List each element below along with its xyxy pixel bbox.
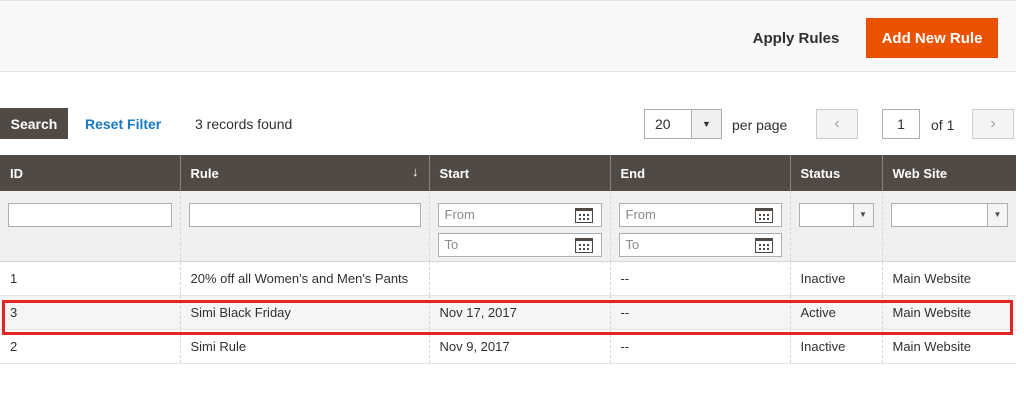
column-header-rule-label: Rule [190, 165, 219, 181]
per-page-label: per page [732, 117, 788, 133]
per-page-select[interactable]: 20 ▼ [644, 109, 722, 139]
page-count-text: of 1 [931, 117, 955, 133]
end-from-input[interactable]: From [618, 203, 782, 227]
column-header-rule[interactable]: Rule ↓ [179, 155, 429, 191]
end-from-placeholder: From [625, 207, 656, 222]
filter-cell-id [0, 191, 180, 262]
page-number-input[interactable]: 1 [882, 109, 920, 139]
column-header-status[interactable]: Status [789, 155, 882, 191]
cell-id: 3 [0, 295, 180, 330]
table-row[interactable]: 2 Simi Rule Nov 9, 2017 -- Inactive Main… [0, 329, 1016, 364]
column-header-website[interactable]: Web Site [881, 155, 1016, 191]
column-header-id[interactable]: ID [0, 155, 180, 191]
end-to-placeholder: To [625, 237, 640, 252]
chevron-down-icon[interactable]: ▼ [691, 110, 721, 138]
next-page-button[interactable]: › [972, 109, 1014, 139]
cell-status: Active [789, 295, 882, 330]
filter-cell-website: ▼ [881, 191, 1016, 262]
start-to-placeholder: To [444, 237, 459, 252]
filter-cell-rule [179, 191, 429, 262]
chevron-right-icon: › [990, 115, 996, 132]
cell-rule: Simi Black Friday [179, 295, 429, 330]
page-actions-bar: Apply Rules Add New Rule [0, 0, 1016, 72]
search-button[interactable]: Search [0, 108, 68, 139]
start-from-input[interactable]: From [437, 203, 602, 227]
start-to-input[interactable]: To [437, 233, 602, 257]
calendar-icon[interactable] [754, 208, 773, 223]
cell-end: -- [609, 261, 790, 296]
start-from-placeholder: From [444, 207, 475, 222]
reset-filter-link[interactable]: Reset Filter [85, 116, 161, 132]
calendar-icon[interactable] [754, 238, 773, 253]
chevron-down-icon: ▼ [987, 204, 1007, 226]
chevron-left-icon: ‹ [834, 115, 840, 132]
cell-status: Inactive [789, 261, 882, 296]
cell-end: -- [609, 329, 790, 364]
chevron-down-icon: ▼ [852, 204, 873, 226]
cell-website: Main Website [881, 329, 1016, 364]
filter-row: From To From To ▼ ▼ [0, 191, 1016, 262]
grid-header-row: ID Rule ↓ Start End Status Web Site [0, 155, 1016, 191]
cell-status: Inactive [789, 329, 882, 364]
add-new-rule-button[interactable]: Add New Rule [866, 18, 998, 58]
filter-cell-start: From To [428, 191, 610, 262]
cell-website: Main Website [881, 295, 1016, 330]
table-row[interactable]: 3 Simi Black Friday Nov 17, 2017 -- Acti… [0, 295, 1016, 330]
sort-arrow-down-icon: ↓ [412, 164, 419, 179]
cell-id: 2 [0, 329, 180, 364]
end-to-input[interactable]: To [618, 233, 782, 257]
cell-end: -- [609, 295, 790, 330]
filter-cell-status: ▼ [789, 191, 882, 262]
cell-website: Main Website [881, 261, 1016, 296]
cell-start: Nov 9, 2017 [428, 329, 610, 364]
per-page-value: 20 [655, 116, 671, 132]
cell-id: 1 [0, 261, 180, 296]
apply-rules-button[interactable]: Apply Rules [740, 18, 852, 58]
calendar-icon[interactable] [574, 208, 593, 223]
cell-rule: Simi Rule [179, 329, 429, 364]
rule-filter-input[interactable] [188, 203, 421, 227]
status-filter-select[interactable]: ▼ [798, 203, 874, 227]
cell-start [428, 261, 610, 296]
cell-start: Nov 17, 2017 [428, 295, 610, 330]
previous-page-button[interactable]: ‹ [816, 109, 858, 139]
column-header-end[interactable]: End [609, 155, 790, 191]
calendar-icon[interactable] [574, 238, 593, 253]
column-header-start[interactable]: Start [428, 155, 610, 191]
table-row[interactable]: 1 20% off all Women's and Men's Pants --… [0, 261, 1016, 296]
rules-grid: ID Rule ↓ Start End Status Web Site From … [0, 155, 1016, 364]
grid-toolbar: Search Reset Filter 3 records found 20 ▼… [0, 108, 1016, 142]
website-filter-select[interactable]: ▼ [890, 203, 1008, 227]
filter-cell-end: From To [609, 191, 790, 262]
id-filter-input[interactable] [8, 203, 172, 227]
records-found-text: 3 records found [195, 116, 293, 132]
cell-rule: 20% off all Women's and Men's Pants [179, 261, 429, 296]
